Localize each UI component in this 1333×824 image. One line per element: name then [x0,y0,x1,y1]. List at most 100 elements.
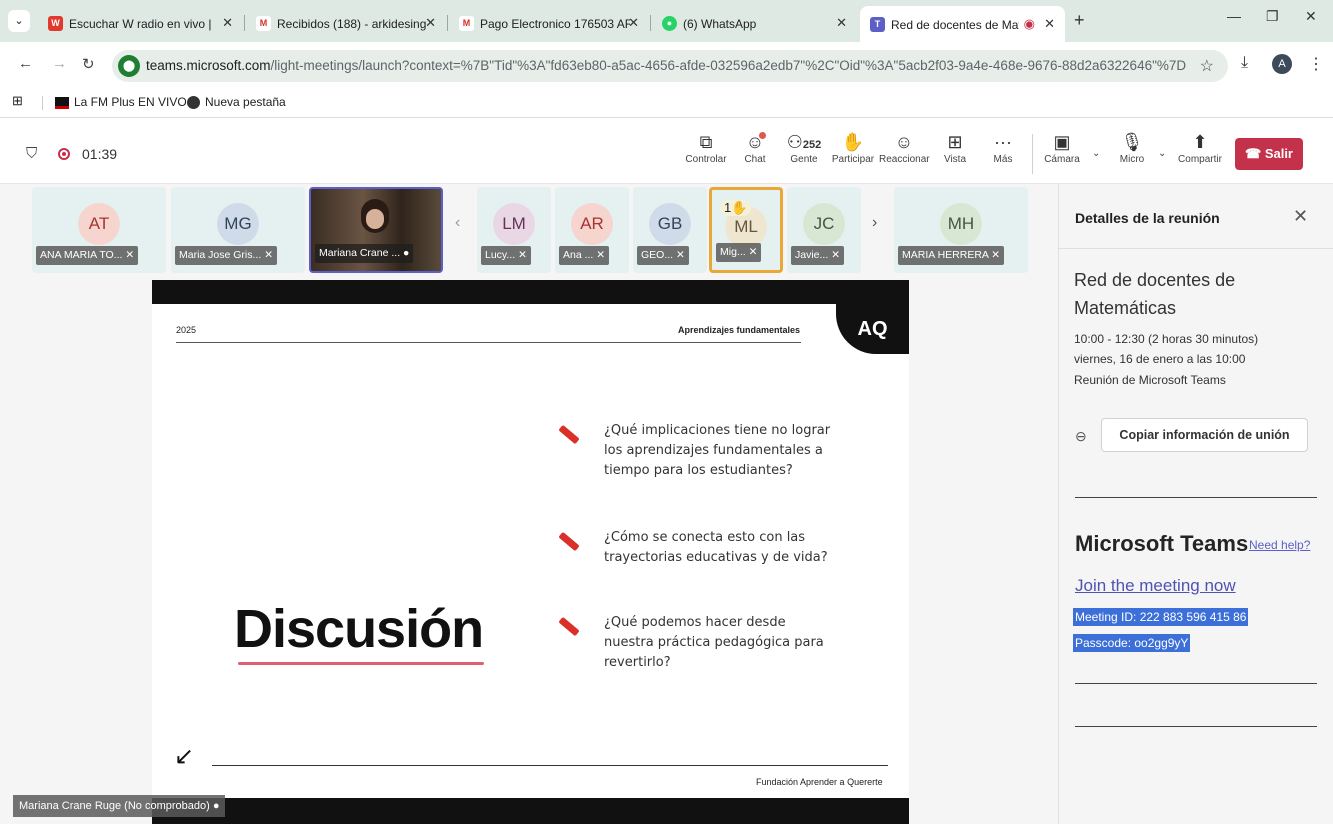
chevron-right-icon[interactable]: › [872,214,877,232]
bullet-mark [558,531,580,552]
participant-tile[interactable]: AR Ana ... ✕ [555,187,629,273]
forward-icon[interactable]: → [52,55,67,72]
bookmark-star-icon[interactable]: ☆ [1200,56,1214,76]
close-icon[interactable]: ✕ [836,8,847,38]
phone-icon: ↙ [174,743,195,770]
avatar: AT [78,203,120,245]
back-icon[interactable]: ← [18,55,33,72]
chat-icon: ☺ [745,132,765,152]
avatar: AR [571,203,613,245]
tab-whatsapp[interactable]: ● (6) WhatsApp ✕ [652,8,857,38]
participant-tile[interactable]: MG Maria Jose Gris... ✕ [171,187,305,273]
share-button[interactable]: ⬆ Compartir [1176,130,1224,165]
meeting-title: Red de docentes de Matemáticas [1074,270,1236,318]
close-icon[interactable]: ✕ [1293,206,1308,227]
mic-icon: ● [212,800,220,812]
raised-hand-badge: 1✋ [720,200,752,216]
tab-gmail-pago[interactable]: MPago Electronico 176503 ARKI D ✕ [449,8,649,38]
need-help-link[interactable]: Need help? [1249,538,1310,552]
participant-tile[interactable]: LM Lucy... ✕ [477,187,551,273]
new-tab-icon[interactable]: + [1074,10,1085,31]
chevron-left-icon[interactable]: ‹ [455,214,460,232]
participant-name: Javie... ✕ [791,246,844,265]
close-icon[interactable]: ✕ [222,8,233,38]
question-3: ¿Qué podemos hacer desde nuestra práctic… [604,615,824,670]
react-button[interactable]: ☺ Reaccionar [879,130,930,165]
tab-gmail-inbox[interactable]: M Recibidos (188) - arkidesingbg ✕ [246,8,446,38]
gmail-icon: M [459,16,474,32]
control-button[interactable]: ⧉ Controlar [683,130,729,165]
mic-options-chevron-icon[interactable]: ⌄ [1158,148,1166,159]
view-button[interactable]: ⊞ Vista [938,130,972,165]
participant-tile[interactable]: JC Javie... ✕ [787,187,861,273]
apps-grid-icon[interactable]: ⊞ [12,93,23,109]
meeting-stage: AT ANA MARIA TO... ✕ MG Maria Jose Gris.… [0,184,1058,824]
browser-nav-bar: ← → ↻ ⬤ teams.microsoft.com/light-meetin… [0,42,1333,88]
slide-title: Discusión [234,599,484,659]
more-button[interactable]: ··· Más [986,130,1020,165]
meeting-timer: 01:39 [82,146,118,162]
profile-avatar[interactable]: A [1272,54,1292,74]
people-icon: ⚇252 [786,132,822,152]
restore-icon[interactable]: ❐ [1266,8,1279,25]
bookmark-la-fm[interactable]: La FM Plus EN VIVO... [55,95,197,109]
w-radio-icon: W [48,16,63,32]
meeting-id: Meeting ID: 222 883 596 415 86 [1073,608,1249,626]
question-1: ¿Qué implicaciones tiene no lograr los a… [604,423,831,478]
minimize-icon[interactable]: — [1227,8,1241,24]
mic-button[interactable]: 🎙 Micro [1114,130,1150,165]
tab-teams[interactable]: TRed de docentes de Matem ◉ ✕ [860,6,1065,42]
chat-unread-dot [759,132,766,139]
bookmark-nueva-pestana[interactable]: Nueva pestaña [187,95,286,110]
hand-icon: ✋ [731,200,748,215]
chat-button[interactable]: ☺ Chat [738,130,772,165]
close-icon[interactable]: ✕ [425,8,436,38]
participant-tile[interactable]: GB GEO... ✕ [633,187,707,273]
meeting-date: viernes, 16 de enero a las 10:00 [1074,352,1246,366]
close-icon[interactable]: ✕ [628,8,639,38]
browser-menu-icon[interactable]: ⋮ [1308,54,1324,74]
download-icon[interactable]: ⤓ [1241,54,1248,72]
participant-name: ANA MARIA TO... ✕ [36,246,139,265]
leave-button[interactable]: ☎ Salir [1235,138,1303,170]
browser-tab-strip: ⌄ WEscuchar W radio en vivo | W R ✕ MRec… [0,0,1333,42]
tab-w-radio[interactable]: WEscuchar W radio en vivo | W R ✕ [38,8,243,38]
site-info-icon[interactable]: ⬤ [118,55,140,77]
smiley-icon: ☺ [894,132,914,152]
close-icon[interactable]: ✕ [1044,6,1055,42]
bookmarks-bar: ⊞ La FM Plus EN VIVO... Nueva pestaña [0,88,1333,118]
slide-footer: Fundación Aprender a Quererte [756,777,883,787]
participant-tile[interactable]: MH MARIA HERRERA ✕ [894,187,1028,273]
avatar: MH [940,203,982,245]
control-icon: ⧉ [699,132,713,152]
shield-icon: ⛉ [26,145,38,162]
teams-meeting-toolbar: ⛉ 01:39 ⧉ Controlar ☺ Chat ⚇252 Gente ✋ Part… [0,124,1333,184]
tab-search-icon[interactable]: ⌄ [8,10,30,32]
mic-muted-icon: ✕ [991,249,1001,261]
passcode: Passcode: oo2gg9yY [1073,634,1191,652]
window-close-icon[interactable]: ✕ [1305,8,1317,25]
camera-button[interactable]: ▣ Cámara [1042,130,1082,165]
camera-options-chevron-icon[interactable]: ⌄ [1092,148,1100,159]
participant-name: Mariana Crane ... ● [315,244,414,263]
participant-tile[interactable]: AT ANA MARIA TO... ✕ [32,187,166,273]
raise-hand-button[interactable]: ✋ Participar [830,130,876,165]
grid-view-icon: ⊞ [947,132,963,152]
slide-header: Aprendizajes fundamentales [678,325,801,335]
mic-muted-icon: ✕ [518,249,527,261]
bullet-mark [558,424,580,445]
copy-join-info-button[interactable]: Copiar información de unión [1101,418,1308,452]
address-bar[interactable]: ⬤ teams.microsoft.com/light-meetings/lau… [112,50,1228,82]
participant-name: MARIA HERRERA ✕ [898,246,1005,265]
people-button[interactable]: ⚇252 Gente [784,130,824,165]
avatar: LM [493,203,535,245]
globe-icon [187,96,200,110]
reload-icon[interactable]: ↻ [82,55,95,73]
participant-video-tile[interactable]: Mariana Crane ... ● [309,187,443,273]
join-meeting-link[interactable]: Join the meeting now [1075,576,1236,596]
recording-icon: ◉ [1023,16,1035,31]
microsoft-teams-heading: Microsoft Teams [1075,531,1249,556]
whatsapp-icon: ● [662,16,677,32]
url-text[interactable]: teams.microsoft.com/light-meetings/launc… [146,58,1186,73]
mic-off-icon: 🎙 [1120,132,1144,152]
